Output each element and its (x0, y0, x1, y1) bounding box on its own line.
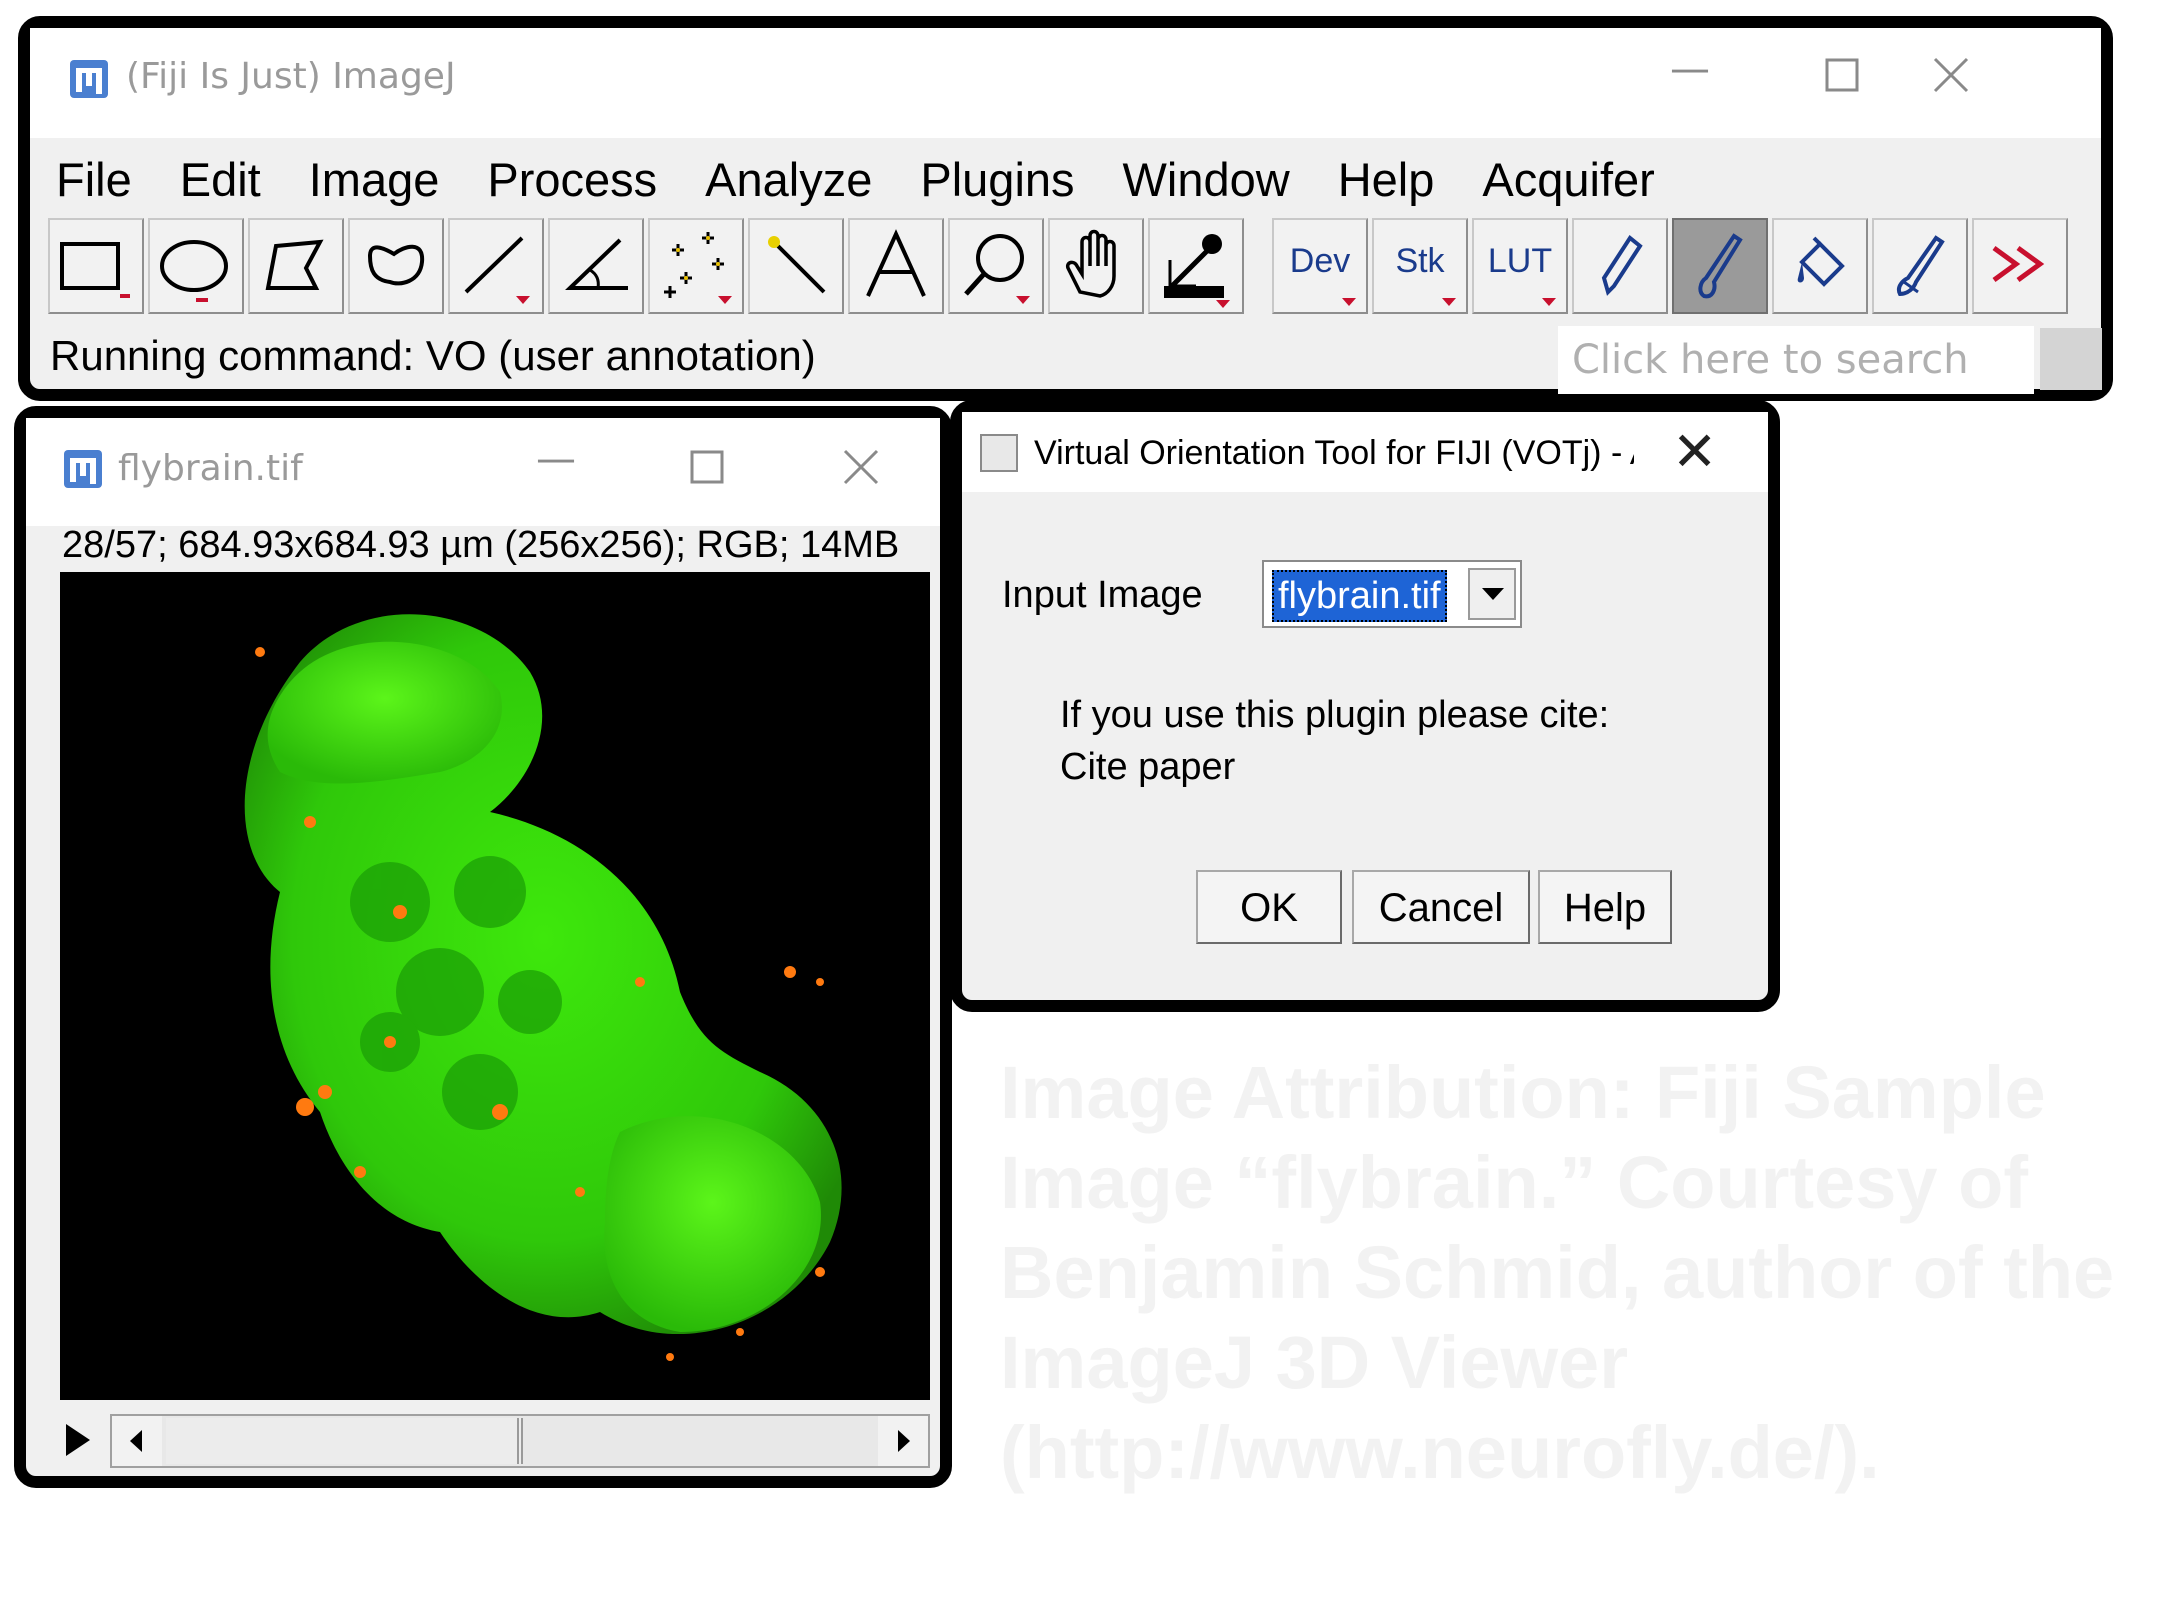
stk-tool-button[interactable]: Stk (1372, 218, 1468, 314)
java-cup-icon (980, 434, 1018, 472)
multipoint-tool-button[interactable] (648, 218, 744, 314)
menu-image[interactable]: Image (309, 152, 440, 207)
menu-window[interactable]: Window (1123, 152, 1290, 207)
close-icon[interactable] (1932, 56, 1970, 94)
menu-help[interactable]: Help (1338, 152, 1435, 207)
hand-icon (1065, 229, 1116, 298)
slice-scroll-thumb[interactable] (166, 1418, 523, 1464)
slice-scroll-row (26, 1408, 952, 1478)
freehand-tool-button[interactable] (348, 218, 444, 314)
image-titlebar[interactable]: flybrain.tif — (26, 418, 940, 526)
image-window: flybrain.tif — 28/57; 684.93x684.93 µm (… (14, 406, 952, 1488)
dropdown-indicator-icon (1342, 298, 1356, 306)
maximize-icon[interactable] (690, 450, 724, 484)
main-window-title: (Fiji Is Just) ImageJ (126, 56, 456, 97)
color-picker-tool-button[interactable] (1148, 218, 1244, 314)
search-input[interactable] (1558, 326, 2034, 394)
fiji-logo-icon (64, 450, 102, 488)
close-icon[interactable] (842, 448, 880, 486)
input-image-label: Input Image (1002, 574, 1203, 616)
angle-tool-button[interactable] (548, 218, 644, 314)
slice-scrollbar[interactable] (110, 1414, 930, 1468)
menu-edit[interactable]: Edit (180, 152, 261, 207)
menu-file[interactable]: File (56, 152, 132, 207)
cite-line-2: Cite paper (1060, 746, 1236, 788)
status-bar: Running command: VO (user annotation) (30, 320, 2102, 400)
flybrain-image (244, 614, 842, 1361)
fiji-logo-icon (70, 60, 108, 98)
scroll-left-icon[interactable] (112, 1416, 162, 1466)
menu-process[interactable]: Process (487, 152, 657, 207)
menu-analyze[interactable]: Analyze (705, 152, 872, 207)
brush-tool-button[interactable] (1672, 218, 1768, 314)
close-icon[interactable]: ✕ (1672, 420, 1717, 483)
cite-line-1: If you use this plugin please cite: (1060, 694, 1610, 736)
pencil-icon (1601, 235, 1643, 296)
main-titlebar[interactable]: (Fiji Is Just) ImageJ — (30, 28, 2101, 138)
play-icon[interactable] (66, 1424, 90, 1456)
polygon-tool-button[interactable] (248, 218, 344, 314)
rectangle-icon (60, 242, 130, 298)
wand-tool-button[interactable] (748, 218, 844, 314)
polygon-icon (265, 239, 324, 290)
brush-alt-tool-button[interactable] (1872, 218, 1968, 314)
minimize-icon[interactable]: — (1670, 46, 1710, 92)
brush-alt-icon (1897, 235, 1945, 297)
freehand-icon (367, 244, 425, 286)
magnifier-tool-button[interactable] (948, 218, 1044, 314)
dev-tool-button[interactable]: Dev (1272, 218, 1368, 314)
wand-icon (768, 236, 826, 294)
line-tool-button[interactable] (448, 218, 544, 314)
multipoint-icon (664, 232, 732, 304)
ok-button[interactable]: OK (1196, 870, 1342, 944)
hand-tool-button[interactable] (1048, 218, 1144, 314)
flood-fill-tool-button[interactable] (1772, 218, 1868, 314)
line-icon (464, 236, 530, 304)
rectangle-tool-button[interactable] (48, 218, 144, 314)
angle-icon (565, 238, 628, 290)
text-icon (866, 229, 926, 297)
help-button[interactable]: Help (1538, 870, 1672, 944)
status-text: Running command: VO (user annotation) (50, 332, 816, 379)
color-picker-icon (1164, 234, 1230, 308)
maximize-icon[interactable] (1825, 58, 1859, 92)
menu-bar: File Edit Image Process Analyze Plugins … (30, 138, 2101, 220)
text-tool-button[interactable] (848, 218, 944, 314)
dropdown-indicator-icon (1442, 298, 1456, 306)
oval-icon (160, 240, 228, 302)
input-image-value: flybrain.tif (1272, 570, 1447, 622)
pencil-tool-button[interactable] (1572, 218, 1668, 314)
image-window-title: flybrain.tif (118, 448, 303, 489)
dialog-titlebar[interactable]: Virtual Orientation Tool for FIJI (VOTj)… (962, 412, 1768, 492)
image-info: 28/57; 684.93x684.93 µm (256x256); RGB; … (62, 524, 900, 566)
brush-icon (1698, 233, 1743, 299)
image-canvas[interactable] (60, 572, 930, 1400)
more-tools-icon (1992, 245, 2045, 283)
image-attribution: Image Attribution: Fiji Sample Image “fl… (1000, 1051, 2115, 1494)
dropdown-indicator-icon (1542, 298, 1556, 306)
flood-fill-icon (1797, 236, 1845, 287)
cancel-button[interactable]: Cancel (1352, 870, 1530, 944)
menu-plugins[interactable]: Plugins (920, 152, 1074, 207)
more-tools-button[interactable] (1972, 218, 2068, 314)
imagej-main-window: (Fiji Is Just) ImageJ — File Edit Image … (18, 16, 2113, 401)
search-button[interactable] (2040, 328, 2102, 390)
votj-dialog: Virtual Orientation Tool for FIJI (VOTj)… (950, 400, 1780, 1012)
input-image-select[interactable]: flybrain.tif (1262, 560, 1522, 628)
oval-tool-button[interactable] (148, 218, 244, 314)
chevron-down-icon[interactable] (1468, 568, 1516, 620)
menu-acquifer[interactable]: Acquifer (1482, 152, 1654, 207)
dialog-title: Virtual Orientation Tool for FIJI (VOTj)… (1034, 434, 1634, 472)
minimize-icon[interactable]: — (536, 436, 576, 482)
scroll-right-icon[interactable] (878, 1416, 928, 1466)
lut-tool-button[interactable]: LUT (1472, 218, 1568, 314)
magnifier-icon (964, 234, 1030, 304)
